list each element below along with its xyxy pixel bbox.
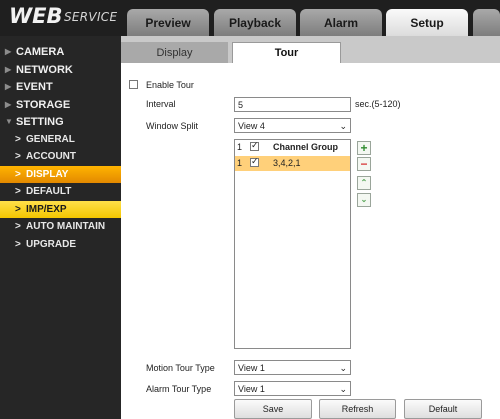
sidebar-item-label: ACCOUNT bbox=[26, 151, 76, 162]
motion-tour-label: Motion Tour Type bbox=[146, 363, 215, 373]
motion-tour-select[interactable]: View 1 ⌄ bbox=[234, 360, 351, 375]
chevron-right-icon: > bbox=[15, 204, 21, 215]
arrow-down-icon: ▼ bbox=[5, 117, 13, 126]
sidebar-item-label: AUTO MAINTAIN bbox=[26, 221, 106, 232]
chevron-right-icon: > bbox=[15, 169, 21, 180]
tab-tour[interactable]: Tour bbox=[232, 42, 341, 63]
list-item-num: 1 bbox=[237, 158, 243, 168]
list-item-checkbox[interactable] bbox=[250, 156, 259, 167]
sidebar-item-label: CAMERA bbox=[16, 45, 65, 58]
interval-input[interactable]: 5 bbox=[234, 97, 351, 112]
sidebar-item-general[interactable]: > GENERAL bbox=[0, 131, 121, 148]
arrow-right-icon: ▶ bbox=[5, 47, 12, 56]
app-window: WEB SERVICE Preview Playback Alarm Setup… bbox=[0, 0, 500, 419]
tab-playback[interactable]: Playback bbox=[214, 9, 296, 36]
list-item-value: 3,4,2,1 bbox=[273, 158, 301, 168]
sidebar: ▶ CAMERA ▶ NETWORK ▶ EVENT ▶ STORAGE ▼ S… bbox=[0, 36, 121, 419]
default-button[interactable]: Default bbox=[404, 399, 482, 419]
window-split-label: Window Split bbox=[146, 121, 199, 131]
list-header-label: Channel Group bbox=[273, 142, 338, 152]
tab-setup[interactable]: Setup bbox=[386, 9, 468, 36]
alarm-tour-select[interactable]: View 1 ⌄ bbox=[234, 381, 351, 396]
move-up-icon[interactable]: ⌃ bbox=[357, 176, 371, 190]
arrow-right-icon: ▶ bbox=[5, 82, 12, 91]
arrow-right-icon: ▶ bbox=[5, 100, 12, 109]
sidebar-item-network[interactable]: ▶ NETWORK bbox=[0, 61, 121, 78]
select-all-checkbox[interactable] bbox=[250, 140, 259, 151]
sidebar-item-label: STORAGE bbox=[16, 98, 71, 111]
chevron-down-icon: ⌄ bbox=[339, 384, 347, 394]
chevron-right-icon: > bbox=[15, 186, 21, 197]
tour-panel: Enable Tour Interval 5 sec.(5-120) Windo… bbox=[121, 63, 500, 419]
add-icon[interactable]: + bbox=[357, 141, 371, 155]
sidebar-item-label: IMP/EXP bbox=[26, 204, 67, 215]
save-button[interactable]: Save bbox=[234, 399, 312, 419]
interval-label: Interval bbox=[146, 99, 176, 109]
sidebar-item-label: GENERAL bbox=[26, 134, 75, 145]
tab-alarm[interactable]: Alarm bbox=[300, 9, 382, 36]
sidebar-item-label: NETWORK bbox=[16, 63, 73, 76]
sidebar-item-upgrade[interactable]: > UPGRADE bbox=[0, 236, 121, 253]
motion-tour-value: View 1 bbox=[238, 362, 265, 373]
interval-hint: sec.(5-120) bbox=[355, 99, 401, 109]
sidebar-item-account[interactable]: > ACCOUNT bbox=[0, 148, 121, 165]
tab-info[interactable] bbox=[473, 9, 500, 36]
refresh-button[interactable]: Refresh bbox=[319, 399, 396, 419]
sidebar-item-label: EVENT bbox=[16, 80, 53, 93]
sidebar-item-event[interactable]: ▶ EVENT bbox=[0, 78, 121, 95]
list-header-num: 1 bbox=[237, 142, 243, 152]
tab-preview[interactable]: Preview bbox=[127, 9, 209, 36]
list-item[interactable]: 1 3,4,2,1 bbox=[235, 156, 350, 171]
tab-display[interactable]: Display bbox=[121, 42, 228, 63]
sidebar-item-storage[interactable]: ▶ STORAGE bbox=[0, 96, 121, 113]
enable-tour-label: Enable Tour bbox=[146, 80, 194, 90]
sidebar-item-label: DEFAULT bbox=[26, 186, 72, 197]
list-header-row: 1 Channel Group bbox=[235, 140, 350, 155]
chevron-down-icon: ⌄ bbox=[339, 363, 347, 373]
sidebar-item-auto-maintain[interactable]: > AUTO MAINTAIN bbox=[0, 218, 121, 235]
sidebar-item-label: UPGRADE bbox=[26, 239, 77, 250]
chevron-right-icon: > bbox=[15, 239, 21, 250]
sidebar-item-label: DISPLAY bbox=[26, 169, 69, 180]
sidebar-item-imp-exp[interactable]: > IMP/EXP bbox=[0, 201, 121, 218]
sidebar-item-label: SETTING bbox=[16, 115, 64, 128]
chevron-right-icon: > bbox=[15, 151, 21, 162]
alarm-tour-label: Alarm Tour Type bbox=[146, 384, 212, 394]
chevron-right-icon: > bbox=[15, 221, 21, 232]
logo-subtitle: SERVICE bbox=[64, 10, 118, 24]
enable-tour-checkbox[interactable] bbox=[129, 80, 138, 89]
remove-icon[interactable]: − bbox=[357, 157, 371, 171]
channel-group-list[interactable]: 1 Channel Group 1 3,4,2,1 bbox=[234, 139, 351, 349]
sidebar-item-setting[interactable]: ▼ SETTING bbox=[0, 113, 121, 130]
sidebar-item-camera[interactable]: ▶ CAMERA bbox=[0, 43, 121, 60]
window-split-value: View 4 bbox=[238, 120, 265, 131]
sidebar-item-default[interactable]: > DEFAULT bbox=[0, 183, 121, 200]
main-content: Display Tour Enable Tour Interval 5 sec.… bbox=[121, 36, 500, 419]
move-down-icon[interactable]: ⌄ bbox=[357, 193, 371, 207]
chevron-right-icon: > bbox=[15, 134, 21, 145]
logo: WEB bbox=[9, 4, 63, 28]
sidebar-item-display[interactable]: > DISPLAY bbox=[0, 166, 121, 183]
arrow-right-icon: ▶ bbox=[5, 65, 12, 74]
chevron-down-icon: ⌄ bbox=[339, 121, 347, 131]
top-header: WEB SERVICE Preview Playback Alarm Setup bbox=[0, 0, 500, 36]
alarm-tour-value: View 1 bbox=[238, 383, 265, 394]
window-split-select[interactable]: View 4 ⌄ bbox=[234, 118, 351, 133]
